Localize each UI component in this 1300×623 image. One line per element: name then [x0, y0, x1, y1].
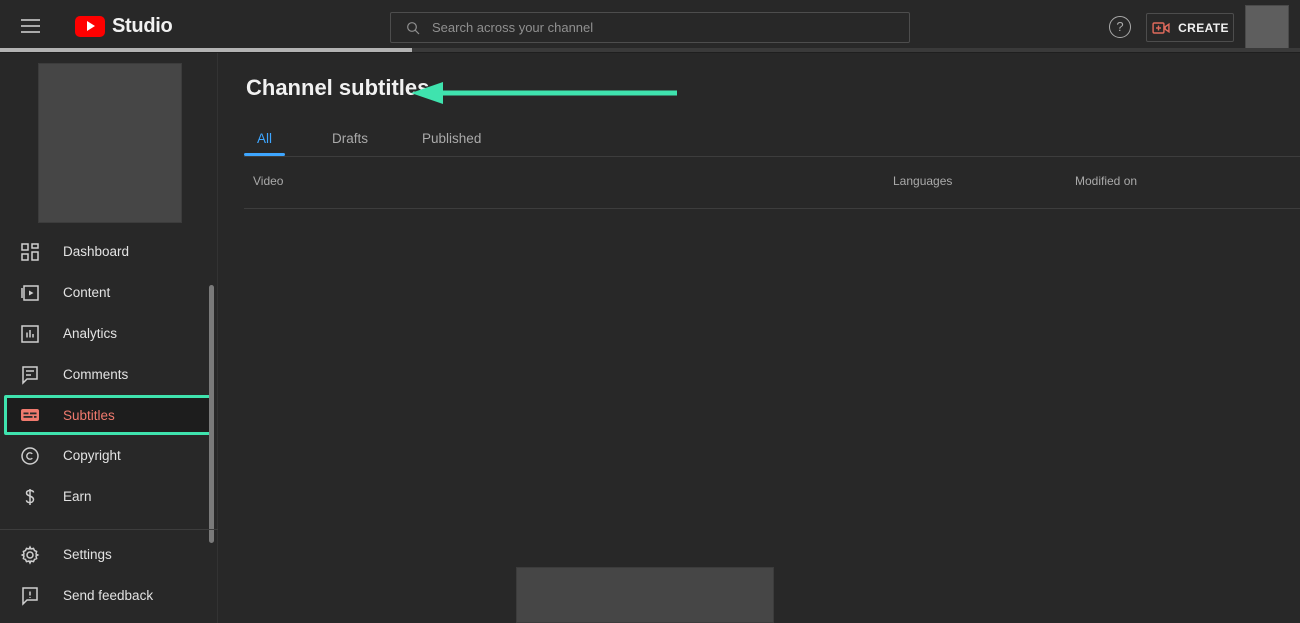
content-video-icon	[21, 284, 39, 301]
dashboard-icon	[21, 242, 39, 261]
analytics-bar-chart-icon	[21, 324, 39, 343]
tab-drafts[interactable]: Drafts	[319, 120, 381, 156]
studio-logo[interactable]: Studio	[75, 14, 173, 38]
sidebar-item-label: Analytics	[63, 326, 118, 341]
youtube-play-icon	[75, 15, 105, 37]
sidebar-item-subtitles[interactable]: Subtitles	[4, 395, 214, 435]
sidebar-item-label: Subtitles	[63, 407, 115, 423]
column-header-languages[interactable]: Languages	[893, 174, 952, 188]
tab-published[interactable]: Published	[409, 120, 494, 156]
subtitles-caption-icon	[21, 409, 39, 421]
page-loading-bar	[0, 48, 1300, 52]
sidebar-item-content[interactable]: Content	[0, 272, 218, 313]
sidebar-item-label: Send feedback	[63, 588, 154, 603]
dollar-sign-icon	[25, 488, 35, 505]
main-content: Channel subtitles All Drafts Published V…	[219, 53, 1300, 623]
column-header-modified-on[interactable]: Modified on	[1075, 174, 1137, 188]
copyright-icon	[21, 446, 39, 465]
subtitles-table-header: Video Languages Modified on	[244, 157, 1300, 209]
sidebar-item-send-feedback[interactable]: Send feedback	[0, 575, 218, 616]
sidebar-item-label: Earn	[63, 489, 92, 504]
video-plus-icon	[1152, 21, 1170, 34]
subtitle-tabs: All Drafts Published	[244, 120, 1300, 157]
sidebar-nav-list: Dashboard Content Analytics Comments Sub…	[0, 231, 218, 526]
account-avatar[interactable]	[1245, 5, 1289, 49]
sidebar-item-earn[interactable]: Earn	[0, 476, 218, 517]
sidebar-scrollbar-thumb[interactable]	[209, 285, 214, 543]
sidebar-item-copyright[interactable]: Copyright	[0, 435, 218, 476]
sidebar-item-comments[interactable]: Comments	[0, 354, 218, 395]
page-loading-bar-fill	[0, 48, 412, 52]
sidebar-item-label: Settings	[63, 547, 112, 562]
sidebar: Dashboard Content Analytics Comments Sub…	[0, 53, 218, 623]
channel-avatar-placeholder	[38, 63, 182, 223]
highlight-arrow-to-title	[411, 82, 677, 104]
studio-wordmark: Studio	[112, 14, 173, 37]
create-button[interactable]: CREATE	[1146, 13, 1234, 42]
gear-icon	[20, 544, 40, 565]
app-header: Studio ? CREATE	[0, 0, 1300, 53]
feedback-flag-icon	[22, 586, 38, 606]
sidebar-divider	[0, 529, 218, 530]
sidebar-item-analytics[interactable]: Analytics	[0, 313, 218, 354]
sidebar-item-label: Dashboard	[63, 244, 130, 259]
comments-speech-bubble-icon	[22, 365, 38, 385]
tab-all[interactable]: All	[244, 120, 286, 156]
page-title: Channel subtitles	[246, 75, 430, 100]
sidebar-item-label: Content	[63, 285, 111, 300]
search-icon	[407, 21, 420, 34]
help-icon[interactable]: ?	[1109, 16, 1131, 38]
column-header-video[interactable]: Video	[253, 174, 283, 188]
hamburger-icon[interactable]	[19, 14, 43, 38]
sidebar-item-label: Copyright	[63, 448, 121, 463]
empty-state-placeholder	[516, 567, 774, 623]
search-bar[interactable]	[390, 12, 910, 43]
sidebar-bottom-nav: Settings Send feedback	[0, 534, 218, 616]
sidebar-item-dashboard[interactable]: Dashboard	[0, 231, 218, 272]
create-button-label: CREATE	[1178, 20, 1229, 35]
sidebar-item-settings[interactable]: Settings	[0, 534, 218, 575]
sidebar-item-label: Comments	[63, 367, 129, 382]
search-input[interactable]	[432, 20, 872, 35]
